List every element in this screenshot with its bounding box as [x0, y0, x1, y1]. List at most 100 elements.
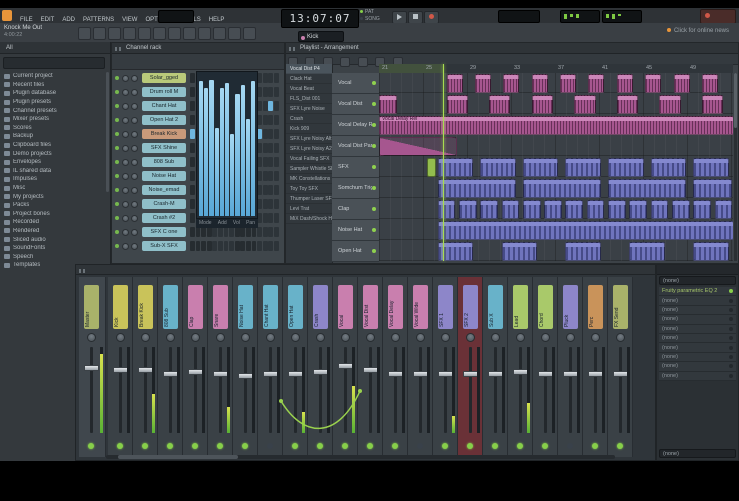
strip-pan-knob[interactable] — [316, 333, 325, 342]
playlist-clip[interactable] — [437, 221, 733, 240]
strip-enable-led[interactable] — [242, 443, 248, 449]
pattern-list-item[interactable]: Levi Trat — [286, 204, 332, 214]
channel-pan-knob[interactable] — [122, 186, 129, 194]
step-cell[interactable] — [273, 87, 279, 97]
strip-pan-knob[interactable] — [216, 333, 225, 342]
step-cell[interactable] — [273, 129, 279, 139]
mixer-strip[interactable]: 808 Sub — [158, 277, 183, 457]
playlist-grid[interactable]: Vocal Delay Rel — [379, 73, 733, 261]
channel-mute-led[interactable] — [115, 146, 119, 150]
playlist-clip[interactable] — [458, 200, 477, 219]
mixer-strip[interactable]: Sub X — [483, 277, 508, 457]
fx-slot[interactable]: (none) — [659, 324, 736, 334]
step-cell[interactable] — [212, 227, 218, 237]
strip-pan-knob[interactable] — [516, 333, 525, 342]
graph-bar[interactable] — [230, 133, 235, 216]
mixer-strip[interactable]: Master — [79, 277, 106, 457]
step-cell[interactable] — [262, 87, 268, 97]
step-cell[interactable] — [273, 143, 279, 153]
fader-handle[interactable] — [138, 367, 153, 373]
step-cell[interactable] — [262, 171, 268, 181]
step-cell[interactable] — [268, 171, 274, 181]
browser-item[interactable]: Recorded — [0, 218, 104, 227]
step-cell[interactable] — [201, 241, 206, 251]
fx-slot-led[interactable] — [729, 364, 733, 369]
draw-tool-icon[interactable] — [183, 27, 196, 40]
fader-handle[interactable] — [563, 371, 578, 377]
fx-slot-led[interactable] — [729, 326, 733, 331]
fx-slot-led[interactable] — [729, 354, 733, 359]
browser-item[interactable]: Scores — [0, 124, 104, 133]
browser-item[interactable]: Misc — [0, 184, 104, 193]
channel-button[interactable]: Crash-M — [142, 199, 186, 209]
fader-handle[interactable] — [163, 371, 178, 377]
step-cell[interactable] — [190, 157, 195, 167]
track-header[interactable]: Open Hat — [332, 241, 379, 262]
browser-item[interactable]: Demo projects — [0, 149, 104, 158]
pattern-list-item[interactable]: Toy Toy SFX — [286, 184, 332, 194]
step-cell[interactable] — [229, 241, 234, 251]
channel-button[interactable]: Open Hat 2 — [142, 115, 186, 125]
fader-handle[interactable] — [413, 371, 428, 377]
fx-slot[interactable]: (none) — [659, 333, 736, 344]
strip-enable-led[interactable] — [567, 443, 573, 449]
channel-pan-knob[interactable] — [122, 116, 129, 124]
playlist-clip[interactable] — [480, 158, 516, 177]
graph-bar[interactable] — [204, 88, 209, 216]
channel-pan-knob[interactable] — [122, 102, 129, 110]
step-cell[interactable] — [268, 213, 274, 223]
pattern-list-item[interactable]: MK Constellations St — [286, 174, 332, 184]
track-header[interactable]: Vocal Dist — [332, 94, 379, 115]
pattern-selector[interactable]: Kick — [298, 31, 344, 42]
pattern-list-item[interactable]: SFX Lyre Noisy A2 — [286, 144, 332, 154]
channel-pan-knob[interactable] — [122, 242, 129, 250]
strip-enable-led[interactable] — [367, 443, 373, 449]
step-cell[interactable] — [273, 227, 279, 237]
snap-icon[interactable] — [168, 27, 181, 40]
step-cell[interactable] — [206, 227, 212, 237]
track-mute-led[interactable] — [372, 207, 376, 211]
track-mute-led[interactable] — [372, 123, 376, 127]
playlist-scrollbar[interactable] — [734, 73, 737, 261]
playlist-clip[interactable] — [565, 158, 601, 177]
step-cell[interactable] — [273, 199, 279, 209]
browser-item[interactable]: Channel presets — [0, 106, 104, 115]
strip-enable-led[interactable] — [88, 443, 94, 449]
channel-volume-knob[interactable] — [131, 242, 138, 250]
playlist-clip[interactable] — [531, 95, 553, 114]
browser-item[interactable]: Mixer presets — [0, 115, 104, 124]
metronome-icon[interactable] — [93, 27, 106, 40]
strip-pan-knob[interactable] — [87, 333, 96, 342]
mixer-strip[interactable]: Chord — [533, 277, 558, 457]
playlist-clip[interactable] — [629, 200, 648, 219]
graph-bar[interactable] — [214, 127, 219, 216]
strip-enable-led[interactable] — [142, 443, 148, 449]
step-cell[interactable] — [190, 115, 195, 125]
countdown-icon[interactable] — [123, 27, 136, 40]
playlist-clip[interactable] — [659, 95, 681, 114]
fx-slot[interactable]: (none) — [659, 343, 736, 353]
step-cell[interactable] — [268, 143, 274, 153]
playlist-mute-tool-icon[interactable] — [340, 57, 351, 67]
fader-handle[interactable] — [263, 371, 278, 377]
track-header[interactable]: Noise Hat — [332, 220, 379, 241]
fx-slot-led[interactable] — [729, 373, 733, 378]
track-mute-led[interactable] — [372, 102, 376, 106]
channel-button[interactable]: 808 Sub — [142, 157, 186, 167]
fader-handle[interactable] — [84, 365, 99, 371]
playlist-clip[interactable] — [437, 200, 456, 219]
step-cell[interactable] — [201, 227, 206, 237]
playlist-clip[interactable] — [693, 200, 711, 219]
playlist-clip[interactable] — [693, 179, 733, 198]
channel-button[interactable]: Drum roll M — [142, 87, 186, 97]
channel-mute-led[interactable] — [115, 202, 119, 206]
browser-item[interactable]: Recent files — [0, 81, 104, 90]
channel-volume-knob[interactable] — [131, 186, 138, 194]
graph-bar[interactable] — [245, 119, 250, 216]
mixer-strip[interactable]: Clap — [183, 277, 208, 457]
fader-handle[interactable] — [238, 373, 253, 379]
step-cell[interactable] — [262, 143, 268, 153]
mixer-strip[interactable]: SFX 2 — [458, 277, 483, 457]
fader-handle[interactable] — [313, 369, 328, 375]
track-header[interactable]: Vocal Delay Rel — [332, 115, 379, 136]
